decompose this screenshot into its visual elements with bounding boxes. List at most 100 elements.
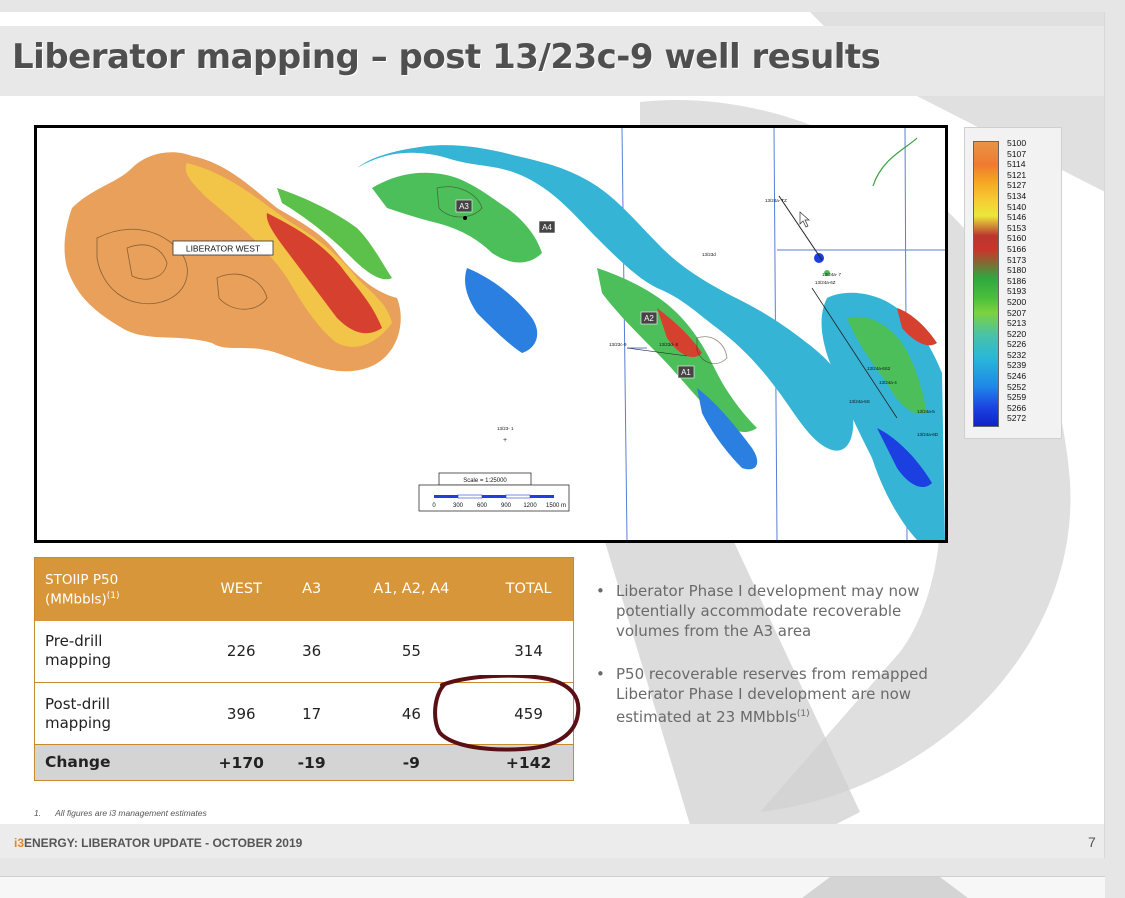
row-label-line2: mapping [45,713,112,732]
well-label: 13/24a-4 [879,380,897,385]
legend-value: 5220 [1007,328,1027,339]
legend-value: 5207 [1007,307,1027,318]
footnote: 1. All figures are i3 management estimate… [34,808,207,818]
legend-value: 5213 [1007,318,1027,329]
legend-value: 5107 [1007,148,1027,159]
area-label-a4: A4 [542,223,552,232]
table-row: Post-drill mapping 396 17 46 459 [34,682,574,745]
change-west: +170 [197,744,285,781]
bullet-item: P50 recoverable reserves from remapped L… [596,664,966,727]
header-a1a2a4: A1, A2, A4 [338,557,485,621]
legend-value: 5140 [1007,201,1027,212]
change-total: +142 [484,744,574,781]
well-label: 13/23c-9 [609,342,627,347]
change-a3: -19 [284,744,339,781]
row-label: Pre-drill mapping [34,620,198,683]
change-label: Change [34,744,198,781]
legend-value: 5153 [1007,222,1027,233]
page-number: 7 [1088,834,1096,850]
legend-value: 5180 [1007,265,1027,276]
scale-tick: 300 [453,503,464,509]
legend-value: 5146 [1007,212,1027,223]
row-label-line2: mapping [45,651,112,670]
well-label: 13/24a-6S [849,399,870,404]
legend-value: 5246 [1007,371,1027,382]
cell-a3: 36 [284,620,339,683]
well-label: 13/24a-6D [917,432,939,437]
scale-label: Scale = 1:25000 [463,478,507,484]
legend-value: 5186 [1007,275,1027,286]
row-label-line1: Pre-drill [45,632,103,651]
svg-text:+: + [503,437,507,444]
legend-value: 5266 [1007,402,1027,413]
logo-mark: i3 [14,836,25,850]
scale-tick: 1200 [523,503,537,509]
header-metric-sup: (1) [106,590,120,601]
next-slide-preview[interactable] [0,876,1105,898]
legend-value: 5232 [1007,349,1027,360]
header-west: WEST [197,557,285,621]
cursor-icon [799,211,810,228]
change-a1a2a4: -9 [338,744,485,781]
legend-value: 5114 [1007,159,1026,170]
row-label-line1: Post-drill [45,694,110,713]
bullet-list: Liberator Phase I development may now po… [596,581,966,750]
legend-value: 5166 [1007,243,1027,254]
well-label: 13/23d- 8 [659,342,679,347]
legend-value: 5127 [1007,180,1027,191]
title-bar: Liberator mapping – post 13/23c-9 well r… [0,26,1104,96]
well-label: 13/24a-5 [917,409,935,414]
header-total: TOTAL [484,557,574,621]
next-slide-watermark [802,877,968,898]
well-label: 13/24a- 7 [822,272,842,277]
depth-legend: 5100 5107 5114 5121 5127 5134 5140 5146 5153 5160… [964,127,1062,439]
table-header-row: STOIIP P50 (MMbbls)(1) WEST A3 A1, A2, A… [34,557,574,621]
field-label: LIBERATOR WEST [186,244,260,254]
slide: Liberator mapping – post 13/23c-9 well r… [0,12,1105,858]
legend-value: 5193 [1007,286,1027,297]
scale-tick: 1500 m [546,503,566,509]
well-label: 13/24a-6Z [815,280,836,285]
scale-tick: 900 [501,503,512,509]
well-label: 13/24a- TZ [765,198,787,203]
structure-map: LIBERATOR WEST A3 A4 A2 A1 13/24a- TZ 13… [34,125,948,543]
cell-west: 226 [197,620,285,683]
bullet-text: P50 recoverable reserves from remapped L… [616,665,928,726]
footnote-text: All figures are i3 management estimates [55,808,207,818]
stoiip-table: STOIIP P50 (MMbbls)(1) WEST A3 A1, A2, A… [34,557,574,781]
cell-west: 396 [197,682,285,745]
area-label-a1: A1 [681,368,691,377]
cell-a3: 17 [284,682,339,745]
header-metric: STOIIP P50 (MMbbls)(1) [34,557,198,621]
legend-color-bar [973,141,999,427]
bullet-text: Liberator Phase I development may now po… [616,582,920,640]
footnote-number: 1. [34,808,42,818]
cell-a1a2a4: 46 [338,682,485,745]
legend-value: 5100 [1007,138,1027,148]
area-label-a2: A2 [644,314,654,323]
legend-value: 5160 [1007,233,1027,244]
well-label: 13/23- 1 [497,426,514,431]
company-logo: i3ENERGY: LIBERATOR UPDATE - OCTOBER 201… [14,836,302,850]
bullet-item: Liberator Phase I development may now po… [596,581,966,641]
legend-value: 5200 [1007,296,1027,307]
legend-value: 5259 [1007,392,1027,403]
legend-value: 5272 [1007,413,1027,424]
bullet-sup: (1) [796,709,810,719]
footer-text: : LIBERATOR UPDATE - OCTOBER 2019 [73,836,303,850]
legend-value: 5239 [1007,360,1027,371]
well-label: 13/24a-6S2 [867,366,891,371]
legend-value: 5134 [1007,190,1027,201]
header-metric-line2: (MMbbls) [45,591,107,607]
slide-title: Liberator mapping – post 13/23c-9 well r… [12,37,881,77]
scale-tick: 600 [477,503,488,509]
logo-name: ENERGY [24,836,74,850]
legend-value: 5121 [1007,169,1027,180]
header-metric-line1: STOIIP P50 [45,571,119,588]
legend-value: 5173 [1007,254,1027,265]
legend-value: 5252 [1007,381,1027,392]
table-row: Pre-drill mapping 226 36 55 314 [34,620,574,683]
row-label: Post-drill mapping [34,682,198,745]
scale-bar: Scale = 1:25000 0 300 600 900 1200 1500 … [418,472,570,512]
cell-a1a2a4: 55 [338,620,485,683]
